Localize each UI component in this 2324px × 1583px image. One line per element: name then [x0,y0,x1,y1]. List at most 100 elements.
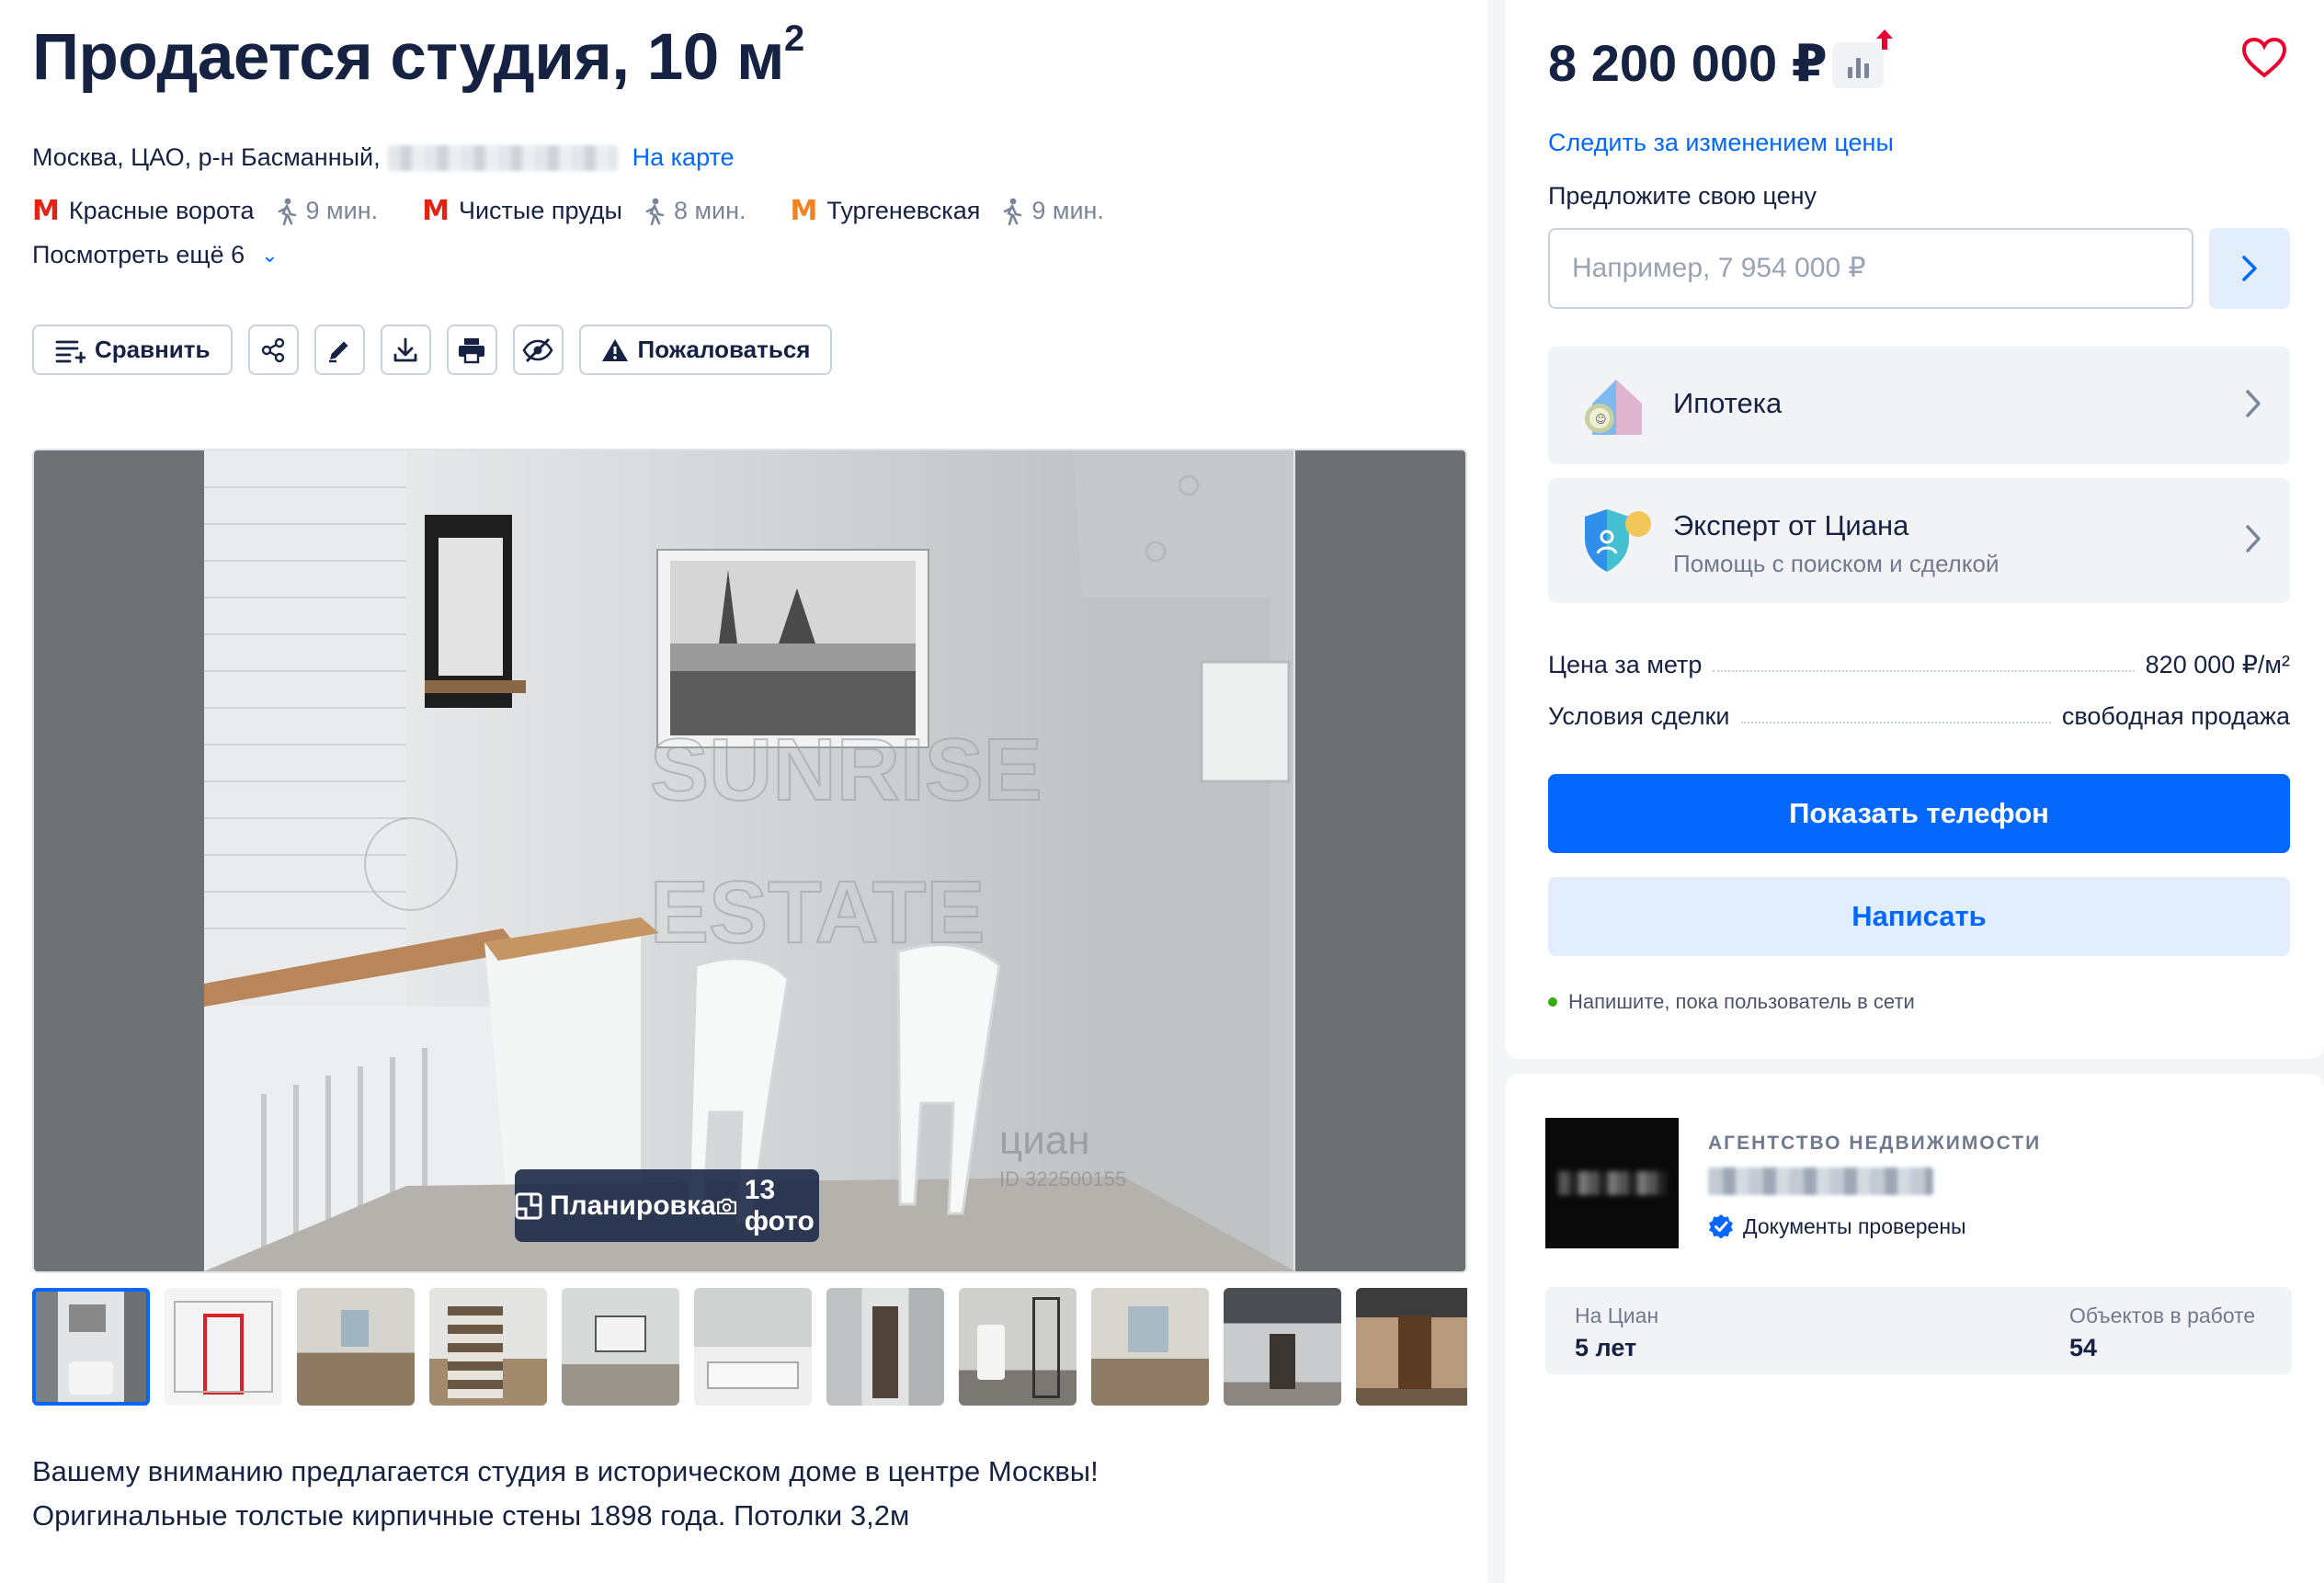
shield-icon [1585,509,1651,572]
price-up-icon [1876,29,1893,50]
chevron-right-icon [2246,525,2261,552]
thumbnail[interactable] [1224,1288,1341,1406]
metro-station[interactable]: M Тургеневская 9 мин. [791,195,1104,227]
agent-verified: Документы проверены [1708,1213,1966,1239]
thumbnail[interactable] [429,1288,547,1406]
metro-icon: M [422,195,450,227]
walk-icon [1004,198,1022,225]
walk-icon [278,198,296,225]
address-text: Москва, ЦАО, р-н Басманный, [32,143,381,171]
metro-icon: M [32,195,60,227]
warning-icon [601,338,628,361]
description-line: Вашему вниманию предлагается студия в ис… [32,1455,1099,1487]
price-per-meter-row: Цена за метр 820 000 ₽/м² [1548,651,2290,679]
share-button[interactable] [247,325,299,375]
edit-icon [329,341,348,362]
thumbnail[interactable] [32,1288,150,1406]
metro-icon: M [790,195,818,227]
agent-stats: На Циан 5 лет Объектов в работе 54 [1545,1287,2292,1374]
address-hidden [387,144,618,171]
verified-badge-icon [1709,1214,1733,1239]
show-more-metro[interactable]: Посмотреть ещё 6 ⌄ [32,241,279,269]
deal-terms-value: свободная продажа [2061,702,2290,730]
metro-name: Тургеневская [826,197,981,224]
page-title: Продается студия, 10 м2 [32,18,804,94]
price-per-meter-key: Цена за метр [1548,651,1703,678]
share-icon [261,337,285,362]
layout-button[interactable]: Планировка [515,1190,716,1222]
chevron-down-icon: ⌄ [261,243,279,267]
thumbnail[interactable] [694,1288,812,1406]
walk-time: 9 мин. [1002,197,1104,225]
layout-icon [515,1192,542,1219]
agent-logo[interactable] [1545,1118,1679,1248]
show-phone-button[interactable]: Показать телефон [1548,774,2290,853]
thumbnail[interactable] [1356,1288,1467,1406]
offer-price-label: Предложите свою цену [1548,182,1817,210]
thumbnail[interactable] [1091,1288,1209,1406]
price-card: 8 200 000 ₽ Следить за изменением цены П… [1505,0,2324,1059]
print-button[interactable] [446,325,497,375]
metro-station[interactable]: M Красные ворота 9 мин. [32,195,378,227]
hide-icon [522,337,553,362]
map-link[interactable]: На карте [632,143,735,172]
metro-name: Чистые пруды [458,197,622,224]
thumbnail[interactable] [165,1288,282,1406]
expert-subtitle: Помощь с поиском и сделкой [1673,550,1999,577]
favorite-icon[interactable] [2241,37,2287,79]
main-photo[interactable]: SUNRISE ESTATE циан ID 322500155 Планиро… [32,449,1467,1273]
agent-card: АГЕНТСТВО НЕДВИЖИМОСТИ Документы провере… [1505,1074,2324,1583]
offer-submit-button[interactable] [2209,228,2290,309]
photos-button[interactable]: 13 фото [716,1175,823,1237]
svg-text:☺: ☺ [1595,413,1607,426]
photo-actions: Планировка 13 фото [515,1169,819,1242]
download-button[interactable] [380,325,431,375]
watch-price-link[interactable]: Следить за изменением цены [1548,129,1894,157]
house-coin-icon: ☺ [1585,380,1642,435]
price-per-meter-value: 820 000 ₽/м² [2145,651,2290,678]
walk-time: 9 мин. [277,197,378,225]
cian-watermark: циан [999,1118,1090,1163]
room-photo: SUNRISE ESTATE циан ID 322500155 [34,450,1465,1271]
listing-description: Вашему вниманию предлагается студия в ис… [32,1450,1411,1538]
hide-button[interactable] [512,325,564,375]
thumbnail[interactable] [297,1288,415,1406]
description-line: Оригинальные толстые кирпичные стены 189… [32,1499,910,1532]
watermark-line-2: ESTATE [650,863,985,962]
metro-station[interactable]: M Чистые пруды 8 мин. [422,195,746,227]
cian-id: ID 322500155 [999,1167,1126,1190]
online-status: Напишите, пока пользователь в сети [1548,990,1915,1014]
expert-title: Эксперт от Циана [1673,509,1909,541]
online-dot-icon [1548,997,1557,1007]
write-button[interactable]: Написать [1548,877,2290,956]
offer-price-input[interactable] [1548,228,2193,309]
complain-button[interactable]: Пожаловаться [578,325,833,375]
compare-button[interactable]: Сравнить [32,325,233,375]
mortgage-card[interactable]: ☺ Ипотека [1548,347,2290,464]
metro-list: M Красные ворота 9 мин. M Чистые пруды 8… [32,195,1148,227]
chevron-right-icon [2246,390,2261,417]
watermark-line-1: SUNRISE [650,721,1042,819]
thumbnail[interactable] [826,1288,944,1406]
price: 8 200 000 ₽ [1548,34,1828,92]
agent-name-hidden[interactable] [1708,1167,1933,1195]
show-more-label: Посмотреть ещё 6 [32,241,245,268]
objects-stat: Объектов в работе 54 [2069,1304,2256,1361]
agent-type: АГЕНТСТВО НЕДВИЖИМОСТИ [1708,1133,2042,1154]
thumbnail[interactable] [562,1288,679,1406]
listing-main: Продается студия, 10 м2 Москва, ЦАО, р-н… [0,0,1487,1583]
deal-terms-key: Условия сделки [1548,702,1730,730]
thumbnail[interactable] [959,1288,1077,1406]
walk-icon [645,198,665,225]
thumbnail-strip [32,1288,1467,1406]
expert-card[interactable]: Эксперт от Циана Помощь с поиском и сдел… [1548,478,2290,603]
print-icon [459,337,485,363]
address: Москва, ЦАО, р-н Басманный, На карте [32,143,735,172]
walk-time: 8 мин. [644,197,746,225]
edit-button[interactable] [313,325,365,375]
deal-terms-row: Условия сделки свободная продажа [1548,702,2290,731]
on-cian-stat: На Циан 5 лет [1575,1304,1659,1361]
camera-icon [716,1198,736,1214]
mortgage-label: Ипотека [1673,387,1783,419]
metro-name: Красные ворота [68,197,255,224]
